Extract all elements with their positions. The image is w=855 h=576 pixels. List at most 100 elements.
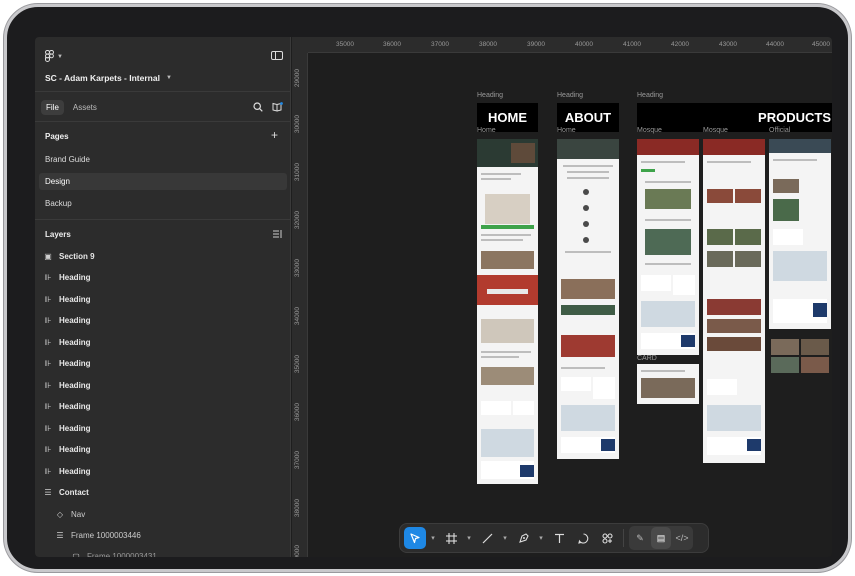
avatar — [583, 189, 589, 195]
frame-about[interactable] — [557, 139, 619, 459]
text-line — [645, 263, 691, 265]
layer-label: Heading — [59, 445, 91, 454]
tab-assets[interactable]: Assets — [68, 100, 102, 115]
layer-heading[interactable]: ⊪ Heading — [43, 356, 91, 372]
divider — [35, 219, 291, 220]
frame-label-official[interactable]: Official — [769, 127, 790, 134]
layer-heading[interactable]: ⊪ Heading — [43, 313, 91, 329]
frame-card[interactable] — [637, 364, 699, 404]
page-item-design[interactable]: Design — [39, 173, 287, 190]
move-tool-icon[interactable] — [404, 527, 426, 549]
heading-products[interactable]: PRODUCTS — [637, 103, 832, 132]
layer-heading[interactable]: ⊪ Heading — [43, 378, 91, 394]
stack-icon: ☰ — [56, 531, 64, 540]
layer-frame-1000003446[interactable]: ☰ Frame 1000003446 — [55, 528, 140, 544]
add-page-icon[interactable]: + — [271, 128, 278, 142]
layers-options-icon[interactable] — [273, 230, 283, 240]
pen-tool-icon[interactable] — [512, 527, 534, 549]
actions-tool-icon[interactable] — [596, 527, 618, 549]
text-line — [773, 159, 817, 161]
product-image — [707, 189, 733, 203]
design-mode-icon[interactable]: ▤ — [651, 527, 671, 549]
layer-contact[interactable]: ☰ Contact — [43, 485, 88, 501]
layer-heading[interactable]: ⊪ Heading — [43, 270, 91, 286]
layer-heading[interactable]: ⊪ Heading — [43, 421, 91, 437]
frame-label-mosque[interactable]: Mosque — [637, 127, 662, 134]
frame-mosque[interactable] — [637, 139, 699, 355]
product-image — [707, 299, 761, 315]
ruler-tick: 31000 — [294, 163, 301, 182]
map-image — [773, 251, 827, 281]
layer-nav[interactable]: ◇ Nav — [55, 507, 85, 523]
text-tool-icon[interactable] — [548, 527, 570, 549]
chevron-down-icon[interactable]: ▾ — [536, 527, 546, 549]
page-item-backup[interactable]: Backup — [39, 195, 287, 212]
layer-label: Heading — [59, 295, 91, 304]
layer-heading[interactable]: ⊪ Heading — [43, 399, 91, 415]
hero-image — [637, 139, 699, 155]
panel-tab-icons — [253, 102, 283, 114]
search-icon[interactable] — [253, 102, 263, 114]
product-image — [773, 199, 799, 221]
badge — [520, 465, 534, 477]
page-item-brand-guide[interactable]: Brand Guide — [39, 151, 287, 168]
product-image — [735, 251, 761, 267]
layer-heading[interactable]: ⊪ Heading — [43, 442, 91, 458]
frame-label-mosque[interactable]: Mosque — [703, 127, 728, 134]
ruler-tick: 39000 — [526, 41, 546, 48]
chevron-down-icon[interactable]: ▾ — [428, 527, 438, 549]
tablet-frame: ▼ SC - Adam Karpets - Internal ▼ File As… — [4, 4, 851, 572]
sidebar-toggle-icon[interactable] — [271, 51, 283, 60]
top-ruler[interactable]: 35000 36000 37000 38000 39000 40000 4100… — [308, 37, 832, 53]
product-image — [735, 189, 761, 203]
tab-file[interactable]: File — [41, 100, 64, 115]
frame-label-card[interactable]: CARD — [637, 355, 657, 362]
design-canvas[interactable]: 35000 36000 37000 38000 39000 40000 4100… — [292, 37, 832, 557]
comment-tool-icon[interactable] — [572, 527, 594, 549]
left-ruler[interactable]: 29000 30000 31000 32000 33000 34000 3500… — [292, 53, 308, 557]
main-menu-button[interactable]: ▼ — [45, 50, 63, 64]
frame-home[interactable] — [477, 139, 538, 484]
contact-form — [593, 377, 615, 399]
layers-label: Layers — [45, 230, 71, 239]
chevron-down-icon: ▼ — [57, 54, 63, 60]
file-title[interactable]: SC - Adam Karpets - Internal ▼ — [45, 73, 172, 83]
text-line — [481, 178, 511, 180]
text-line — [645, 219, 691, 221]
avatar — [583, 237, 589, 243]
cta-bar — [481, 225, 534, 229]
frame-label-heading[interactable]: Heading — [557, 92, 583, 99]
frame-label-heading[interactable]: Heading — [637, 92, 663, 99]
component-icon: ◇ — [56, 510, 64, 519]
layer-label: Frame 1000003431 — [87, 552, 157, 557]
draw-mode-icon[interactable]: ✎ — [630, 527, 650, 549]
dev-mode-icon[interactable]: </> — [672, 527, 692, 549]
product-image — [645, 229, 691, 255]
ruler-tick: 39000 — [294, 545, 301, 557]
chevron-down-icon[interactable]: ▾ — [464, 527, 474, 549]
layer-heading[interactable]: ⊪ Heading — [43, 292, 91, 308]
gallery-image — [801, 357, 829, 373]
layer-heading[interactable]: ⊪ Heading — [43, 464, 91, 480]
frame-gallery[interactable] — [769, 333, 831, 379]
library-icon[interactable] — [272, 102, 283, 114]
frame-label-home[interactable]: Home — [477, 127, 496, 134]
layer-frame-1000003431[interactable]: ▢ Frame 1000003431 — [71, 549, 157, 557]
frame-label-heading[interactable]: Heading — [477, 92, 503, 99]
product-image — [735, 229, 761, 245]
badge — [681, 335, 695, 347]
frame-tool-icon[interactable] — [440, 527, 462, 549]
layer-section-9[interactable]: ▣ Section 9 — [43, 249, 94, 265]
figma-screen: ▼ SC - Adam Karpets - Internal ▼ File As… — [35, 37, 832, 557]
file-title-text: SC - Adam Karpets - Internal — [45, 73, 160, 83]
map-image — [481, 429, 534, 457]
line-tool-icon[interactable] — [476, 527, 498, 549]
frame-official[interactable] — [769, 139, 831, 329]
ruler-tick: 32000 — [294, 211, 301, 230]
frame-label-home[interactable]: Home — [557, 127, 576, 134]
chevron-down-icon[interactable]: ▾ — [500, 527, 510, 549]
toolbar-divider — [623, 529, 624, 547]
layer-heading[interactable]: ⊪ Heading — [43, 335, 91, 351]
frame-mosque[interactable] — [703, 139, 765, 463]
text-line — [561, 367, 605, 369]
